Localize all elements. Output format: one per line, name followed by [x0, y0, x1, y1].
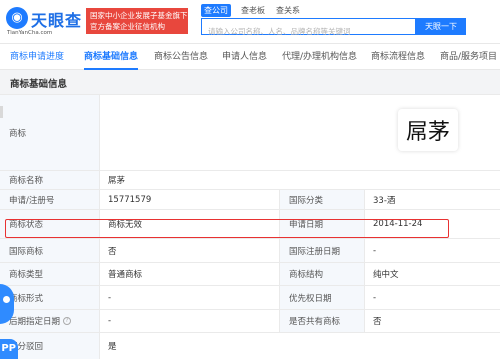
section-title: 商标基础信息	[0, 70, 500, 94]
value-trademark-structure: 纯中文	[373, 270, 399, 280]
app-download-float[interactable]: PP	[0, 339, 18, 359]
badge-line-2: 官方备案企业征信机构	[90, 22, 165, 31]
logo-domain: TianYanCha.com	[7, 30, 53, 36]
label-trademark-name: 商标名称	[0, 171, 100, 189]
value-trademark-form: -	[100, 286, 280, 309]
tab-label: 商标基础信息	[84, 52, 139, 62]
tab-label: 商标流程信息	[371, 52, 426, 62]
value-trademark-name: 屌茅	[108, 176, 126, 186]
table-row: 后期指定日期? - 是否共有商标 否	[0, 309, 500, 332]
label-co-owned-trademark: 是否共有商标	[280, 310, 365, 332]
label-trademark-type: 商标类型	[0, 263, 100, 285]
search-box	[201, 18, 416, 39]
tab-goods-services[interactable]: 商品/服务项目	[440, 44, 497, 70]
table-row: 部分驳回 是	[0, 332, 500, 359]
tab-process-info[interactable]: 商标流程信息	[371, 44, 425, 70]
search-input[interactable]	[202, 24, 415, 39]
label-trademark-structure: 商标结构	[280, 263, 365, 285]
search-tab-relation[interactable]: 查关系	[273, 4, 303, 17]
tab-label: 申请人信息	[222, 52, 268, 62]
header: ◉ 天眼查 TianYanCha.com 国家中小企业发展子基金旗下 官方备案企…	[0, 0, 500, 44]
table-row: 商标名称 屌茅	[0, 170, 500, 189]
value-priority-date: -	[373, 292, 377, 303]
value-registration-number: 15771579	[100, 190, 280, 209]
value-international-reg-date: -	[373, 245, 377, 256]
table-row: 商标形式 - 优先权日期 -	[0, 285, 500, 309]
badge-line-1: 国家中小企业发展子基金旗下	[90, 11, 188, 20]
table-row-image: 商标 屌茅	[0, 94, 500, 170]
search-button[interactable]: 天眼一下	[416, 18, 466, 35]
tab-announcement-info[interactable]: 商标公告信息	[154, 44, 208, 70]
value-co-owned-trademark: 否	[373, 317, 382, 327]
value-trademark-status: 商标无效	[100, 210, 280, 238]
label-trademark-form: 商标形式	[0, 286, 100, 309]
official-badge: 国家中小企业发展子基金旗下 官方备案企业征信机构	[86, 8, 188, 34]
side-scroll-marker	[0, 106, 3, 118]
table-row: 商标状态 商标无效 申请日期 2014-11-24	[0, 209, 500, 238]
trademark-image[interactable]: 屌茅	[398, 109, 458, 151]
table-row: 申请/注册号 15771579 国际分类 33-酒	[0, 189, 500, 209]
tab-applicant-info[interactable]: 申请人信息	[222, 44, 267, 70]
label-trademark-image: 商标	[0, 95, 100, 170]
trademark-image-cell: 屌茅	[100, 95, 500, 170]
label-international-reg-date: 国际注册日期	[280, 239, 365, 262]
tab-label: 商标公告信息	[154, 52, 209, 62]
label-priority-date: 优先权日期	[280, 286, 365, 309]
logo-text: 天眼查	[31, 11, 83, 30]
label-later-designation-date: 后期指定日期?	[0, 310, 100, 332]
chat-icon	[3, 296, 10, 303]
value-partial-rejection: 是	[108, 342, 117, 352]
help-icon[interactable]: ?	[63, 317, 72, 325]
label-registration-number: 申请/注册号	[0, 190, 100, 209]
tab-label: 代理/办理机构信息	[282, 52, 358, 62]
tab-application-progress[interactable]: 商标申请进度	[10, 44, 64, 70]
label-international-class: 国际分类	[280, 190, 365, 209]
value-later-designation-date: -	[100, 310, 280, 332]
value-trademark-type: 普通商标	[100, 263, 280, 285]
table-row: 商标类型 普通商标 商标结构 纯中文	[0, 262, 500, 285]
value-international-class: 33-酒	[373, 195, 396, 206]
logo-eye-icon: ◉	[6, 7, 28, 29]
search-tab-boss[interactable]: 查老板	[238, 4, 268, 17]
trademark-nav-tabs: 商标申请进度 商标基础信息 商标公告信息 申请人信息 代理/办理机构信息 商标流…	[0, 44, 500, 70]
trademark-info-table: 商标 屌茅 商标名称 屌茅 申请/注册号 15771579 国际分类 33-酒 …	[0, 94, 500, 359]
value-international-trademark: 否	[100, 239, 280, 262]
tab-basic-info[interactable]: 商标基础信息	[84, 44, 139, 70]
value-application-date: 2014-11-24	[373, 219, 423, 229]
tab-label: 商标申请进度	[10, 52, 65, 62]
tianyancha-logo[interactable]: ◉ 天眼查 TianYanCha.com	[6, 6, 84, 38]
table-row: 国际商标 否 国际注册日期 -	[0, 238, 500, 262]
label-text: 后期指定日期	[9, 317, 61, 327]
tab-label: 商品/服务项目	[440, 52, 498, 62]
label-trademark-status: 商标状态	[0, 210, 100, 238]
label-application-date: 申请日期	[280, 210, 365, 238]
search-tab-company[interactable]: 查公司	[201, 4, 231, 17]
tab-agency-info[interactable]: 代理/办理机构信息	[282, 44, 357, 70]
label-international-trademark: 国际商标	[0, 239, 100, 262]
